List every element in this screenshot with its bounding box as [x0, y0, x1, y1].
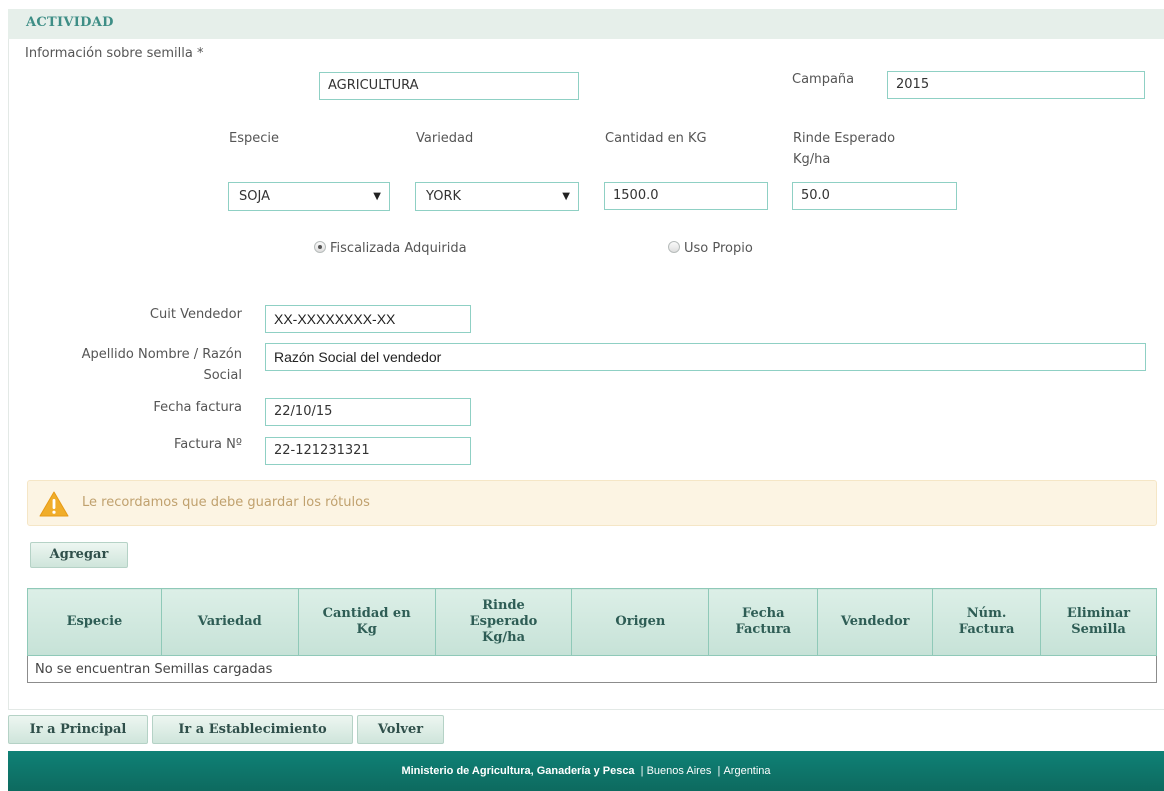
dropdown-arrow-icon: ▼ [562, 191, 570, 202]
section-title: ACTIVIDAD [26, 15, 114, 30]
footer-country: Argentina [723, 765, 771, 777]
dropdown-arrow-icon: ▼ [373, 191, 381, 202]
invoice-number-label: Factura Nº [173, 437, 242, 452]
invoice-date-label: Fecha factura [153, 400, 242, 415]
rinde-label-line1: Rinde Esperado [793, 131, 896, 146]
campaign-field[interactable]: 2015 [887, 71, 1145, 99]
col-header-origen: Origen [571, 588, 710, 656]
warning-icon [39, 491, 69, 517]
col-header-num-factura: Núm. Factura [932, 588, 1042, 656]
empty-message: No se encuentran Semillas cargadas [27, 655, 1157, 683]
variedad-select-value: YORK [426, 189, 462, 204]
cantidad-field[interactable]: 1500.0 [604, 182, 768, 210]
add-button[interactable]: Agregar [30, 542, 128, 568]
col-header-especie: Especie [27, 588, 162, 656]
footer: Ministerio de Agricultura, Ganadería y P… [8, 751, 1164, 791]
cuit-label: Cuit Vendedor [149, 307, 242, 322]
cuit-field[interactable]: XX-XXXXXXXX-XX [265, 305, 471, 333]
seed-info-label: Información sobre semilla * [25, 46, 204, 61]
variedad-select[interactable]: YORK ▼ [415, 182, 579, 211]
invoice-date-field[interactable]: 22/10/15 [265, 398, 471, 426]
col-header-eliminar: Eliminar Semilla [1040, 588, 1157, 656]
campaign-label: Campaña [792, 72, 855, 87]
seeds-table: Especie Variedad Cantidad en Kg Rinde Espe… [27, 588, 1157, 683]
especie-label: Especie [229, 131, 279, 146]
table-row: No se encuentran Semillas cargadas [27, 655, 1157, 683]
radio-uso-propio-label: Uso Propio [684, 241, 753, 256]
alert-text: Le recordamos que debe guardar los rótul… [82, 495, 370, 510]
col-header-fecha: Fecha Factura [708, 588, 819, 656]
table-header-row: Especie Variedad Cantidad en Kg Rinde Espe… [27, 588, 1157, 656]
col-header-rinde: Rinde Esperado Kg/ha [434, 588, 573, 656]
especie-select-value: SOJA [239, 189, 270, 204]
col-header-variedad: Variedad [160, 588, 299, 656]
radio-checked-icon [314, 241, 326, 253]
variedad-label: Variedad [416, 131, 474, 146]
radio-uso-propio[interactable]: Uso Propio [668, 241, 753, 256]
rinde-label-line2: Kg/ha [793, 152, 831, 167]
rinde-field[interactable]: 50.0 [792, 182, 957, 210]
go-establishment-button[interactable]: Ir a Establecimiento [152, 715, 353, 744]
radio-fiscalizada-label: Fiscalizada Adquirida [330, 241, 467, 256]
seller-name-label-line1: Apellido Nombre / Razón [81, 347, 242, 362]
activity-field[interactable]: AGRICULTURA [319, 72, 579, 100]
seller-name-field[interactable]: Razón Social del vendedor [265, 343, 1146, 371]
invoice-number-field[interactable]: 22-121231321 [265, 437, 471, 465]
footer-province: Buenos Aires [646, 765, 712, 777]
section-header-bar [8, 9, 1164, 39]
cantidad-label: Cantidad en KG [605, 131, 707, 146]
especie-select[interactable]: SOJA ▼ [228, 182, 390, 211]
go-main-button[interactable]: Ir a Principal [8, 715, 148, 744]
seller-name-label-line2: Social [203, 368, 242, 383]
back-button[interactable]: Volver [357, 715, 444, 744]
col-header-cantidad: Cantidad en Kg [297, 588, 436, 656]
footer-ministry: Ministerio de Agricultura, Ganadería y P… [401, 765, 635, 777]
col-header-vendedor: Vendedor [817, 588, 934, 656]
radio-fiscalizada[interactable]: Fiscalizada Adquirida [314, 241, 467, 256]
radio-unchecked-icon [668, 241, 680, 253]
